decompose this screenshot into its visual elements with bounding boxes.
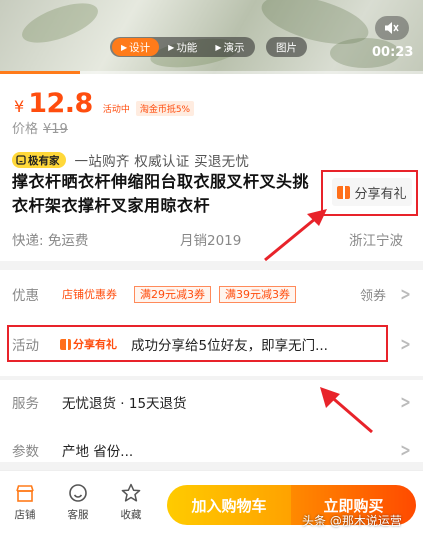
home-icon [16,155,26,165]
current-price: 12.8 [28,88,93,119]
gift-icon [337,185,351,199]
play-triangle-icon: ▶ [215,42,222,52]
params-label: 参数 [12,444,39,460]
original-price: ¥19 [43,122,68,137]
speaker-muted-icon [385,22,399,34]
activity-tag: 活动中 [102,105,130,115]
coin-tag: 淘金币抵5% [135,101,195,116]
activity-tag-label: 分享有礼 [73,338,117,351]
chevron-right-icon: > [400,391,411,413]
activity-share-tag: 分享有礼 [60,336,117,352]
share-button[interactable]: 分享有礼 [332,178,412,206]
media-tab-pictures[interactable]: 图片 [266,37,307,57]
video-frame-foliage [17,0,103,51]
shop-coupon-tag: 店铺优惠券 [62,288,117,301]
nav-favorite[interactable]: 收藏 [111,483,151,522]
chevron-right-icon: > [400,283,411,305]
service-row[interactable]: 服务 无忧退货 · 15天退货 > [0,382,423,422]
chevron-right-icon: > [400,439,411,461]
coupon-chip[interactable]: 满29元减3券 [134,285,211,303]
nav-label: 客服 [67,509,89,521]
ship-from-location: 浙江宁波 [349,233,403,249]
brand-badge[interactable]: 极有家 [12,152,66,168]
price-row: ¥ 12.8 活动中 淘金币抵5% [14,88,195,119]
nav-shop[interactable]: 店铺 [5,483,45,522]
add-to-cart-button[interactable]: 加入购物车 [167,485,291,525]
media-tab-group: ▶ 设计 ▶ 功能 ▶ 演示 [110,37,256,57]
discount-label: 优惠 [12,288,39,304]
original-price-row: 价格 ¥19 [12,118,68,137]
currency-symbol: ¥ [14,97,25,116]
params-row[interactable]: 参数 产地 省份... > [0,430,423,470]
gift-icon [60,338,71,352]
share-button-label: 分享有礼 [354,186,407,202]
mute-button[interactable] [375,16,409,40]
nav-label: 收藏 [120,509,142,521]
product-title: 撑衣杆晒衣杆伸缩阳台取衣服叉杆叉头挑衣杆架衣撑杆叉家用晾衣杆 [12,172,310,215]
nav-customer-service[interactable]: 客服 [58,483,98,522]
shipping-info: 快递: 免运费 [12,233,89,249]
claim-coupon-link[interactable]: 领券 [360,285,386,304]
service-label: 服务 [12,396,39,412]
media-tab-design[interactable]: ▶ 设计 [112,38,160,56]
customer-service-icon [67,483,89,503]
shop-icon [14,483,36,503]
brand-badge-label: 极有家 [28,154,60,167]
media-tab-label: 功能 [176,41,198,54]
brand-slogan: 一站购齐 权威认证 买退无忧 [74,154,250,170]
media-tab-label: 设计 [129,41,151,54]
media-tab-label: 演示 [223,41,245,54]
star-icon [120,483,142,503]
chevron-right-icon: > [400,333,411,355]
product-video[interactable]: ▶ 设计 ▶ 功能 ▶ 演示 图片 00:23 [0,0,423,74]
media-tab-function[interactable]: ▶ 功能 [159,38,206,56]
service-section: 服务 无忧退货 · 15天退货 > 参数 产地 省份... > [0,380,423,462]
play-triangle-icon: ▶ [121,42,128,52]
product-summary: ¥ 12.8 活动中 淘金币抵5% 价格 ¥19 极有家 一站购齐 权威认证 买退… [0,74,423,261]
promotion-section: 优惠 店铺优惠券 满29元减3券 满39元减3券 领券 > 活动 分享有礼 成功… [0,270,423,376]
nav-label: 店铺 [14,509,36,521]
params-text: 产地 省份... [62,444,134,460]
monthly-sales: 月销2019 [180,233,242,249]
activity-row[interactable]: 活动 分享有礼 成功分享给5位好友，即享无门... > [0,324,423,364]
video-timer: 00:23 [372,45,414,60]
service-text: 无忧退货 · 15天退货 [62,396,187,412]
media-tab-demo[interactable]: ▶ 演示 [206,38,253,56]
play-triangle-icon: ▶ [168,42,175,52]
coupon-chip[interactable]: 满39元减3券 [219,285,296,303]
activity-label: 活动 [12,338,39,354]
original-price-label: 价格 [12,122,39,137]
brand-row: 极有家 一站购齐 权威认证 买退无忧 [12,150,249,170]
watermark: 头条 @那木说运营 [302,514,402,528]
activity-description: 成功分享给5位好友，即享无门... [131,338,328,354]
discount-row[interactable]: 优惠 店铺优惠券 满29元减3券 满39元减3券 领券 > [0,274,423,314]
